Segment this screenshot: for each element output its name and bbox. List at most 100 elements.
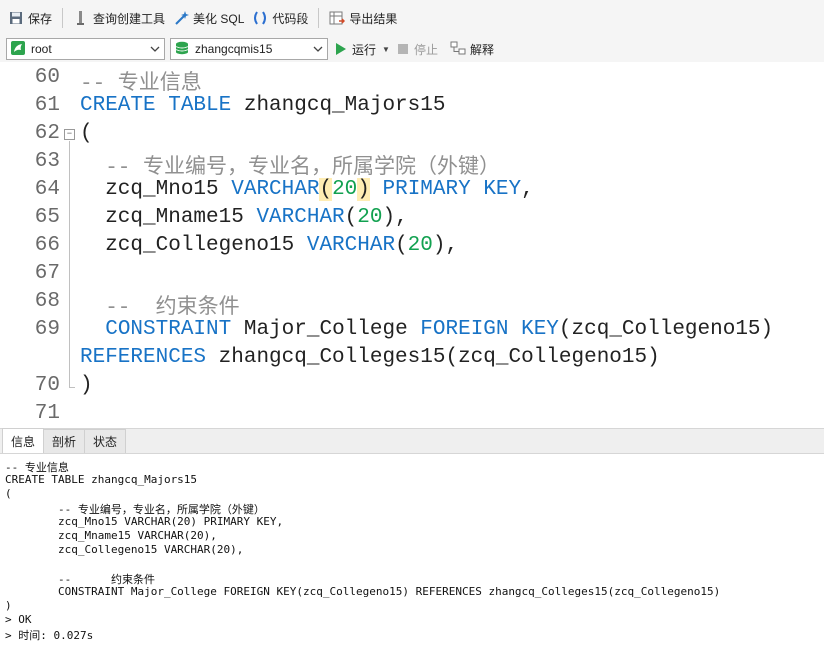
output-line: ( [5,487,12,500]
explain-icon [450,41,466,58]
connection-select[interactable]: root [6,38,165,60]
code-line[interactable]: zcq_Collegeno15 VARCHAR(20), [80,234,458,257]
query-builder-button[interactable]: 查询创建工具 [69,5,169,31]
toolbar-divider [318,8,320,28]
code-line[interactable]: ) [80,374,93,397]
explain-button[interactable]: 解释 [450,41,494,58]
save-label: 保存 [28,11,53,26]
output-line: > 时间: 0.027s [5,629,94,642]
save-icon [8,10,24,26]
sql-text: zhangcq_Majors15 [231,94,446,117]
line-number: 60 [34,66,60,89]
code-line[interactable]: REFERENCES zhangcq_Colleges15(zcq_Colleg… [80,346,660,369]
run-label: 运行 [352,42,377,57]
result-tabs: 信息 剖析 状态 [0,428,824,454]
caret-down-icon[interactable]: ▼ [382,45,390,54]
tab-profile[interactable]: 剖析 [43,429,86,453]
tab-info[interactable]: 信息 [2,428,45,453]
sql-comment: -- 专业编号，专业名，所属学院（外键） [80,157,501,180]
code-line[interactable]: -- 约束条件 [80,290,240,320]
sql-text: (zcq_Collegeno15) [558,318,774,341]
code-line[interactable]: CREATE TABLE zhangcq_Majors15 [80,94,445,117]
code-line[interactable]: zcq_Mno15 VARCHAR(20) PRIMARY KEY, [80,178,534,201]
export-results-button[interactable]: 导出结果 [325,5,401,31]
sql-keyword: VARCHAR [231,178,320,201]
query-builder-icon [73,10,89,26]
output-line: zcq_Mno15 VARCHAR(20) PRIMARY KEY, [5,515,284,528]
sql-number: 20 [357,206,383,229]
sql-text: ( [80,122,93,145]
code-line[interactable]: zcq_Mname15 VARCHAR(20), [80,206,408,229]
output-line: CONSTRAINT Major_College FOREIGN KEY(zcq… [5,585,721,598]
sql-text: ( [395,234,408,257]
database-name: zhangcqmis15 [195,42,273,56]
line-number: 66 [34,234,60,257]
sql-comment: -- 约束条件 [80,297,240,320]
beautify-sql-label: 美化 SQL [193,11,245,26]
sql-editor[interactable]: − 60 61 62 63 64 65 66 67 68 69 70 71 -- 专业信息 CREATE … [0,62,824,428]
code-line[interactable]: -- 专业编号，专业名，所属学院（外键） [80,150,500,180]
connection-icon [11,40,25,58]
stop-label: 停止 [413,42,438,57]
matched-bracket: ( [319,178,333,201]
sql-text: , [521,178,534,201]
code-line[interactable]: ( [80,122,93,145]
export-icon [329,10,346,26]
line-number: 71 [34,402,60,425]
sql-number: 20 [407,234,433,257]
sql-keyword: VARCHAR [256,206,345,229]
sql-text: zcq_Mno15 [80,178,232,201]
output-line: zcq_Collegeno15 VARCHAR(20), [5,543,244,556]
database-select[interactable]: zhangcqmis15 [170,38,328,60]
line-number: 61 [34,94,60,117]
stop-icon [397,44,408,54]
run-button[interactable]: 运行 ▼ [336,41,390,58]
output-line: zcq_Mname15 VARCHAR(20), [5,529,217,542]
stop-button[interactable]: 停止 [397,41,438,58]
fold-guide-end [69,387,75,388]
sql-comment: -- 专业信息 [80,73,202,96]
code-snippet-button[interactable]: 代码段 [248,5,312,31]
export-results-label: 导出结果 [349,11,398,26]
database-icon [175,41,189,58]
code-line[interactable]: -- 专业信息 [80,66,202,96]
play-icon [336,43,346,55]
code-line[interactable]: CONSTRAINT Major_College FOREIGN KEY(zcq… [80,318,773,341]
sql-text: zcq_Mname15 [80,206,257,229]
sql-keyword: VARCHAR [306,234,396,257]
sql-keyword: FOREIGN KEY [420,318,559,341]
sql-number: 20 [332,178,358,201]
line-number: 63 [34,150,60,173]
main-toolbar: 保存 查询创建工具 美化 SQL 代码段 导出结果 [0,0,824,36]
sql-text: zcq_Collegeno15 [80,234,307,257]
sql-keyword: CONSTRAINT [105,318,232,341]
matched-bracket: ) [357,178,370,201]
parentheses-icon [252,10,268,26]
beautify-sql-button[interactable]: 美化 SQL [169,5,248,31]
explain-label: 解释 [469,42,494,57]
output-line: ) [5,599,12,612]
code-snippet-label: 代码段 [272,11,309,26]
tab-status[interactable]: 状态 [84,429,127,453]
sql-text: Major_College [231,318,421,341]
save-button[interactable]: 保存 [4,5,56,31]
sql-text: ( [344,206,358,229]
line-number: 67 [34,262,60,285]
sql-text: ) [80,374,93,397]
sql-keyword: REFERENCES [80,346,207,369]
output-line: > OK [5,613,32,626]
sql-text: zhangcq_Colleges15(zcq_Collegeno15) [206,346,660,369]
output-line: CREATE TABLE zhangcq_Majors15 [5,473,198,486]
sql-text: ), [432,234,459,257]
toolbar-divider [62,8,64,28]
sql-keyword: PRIMARY KEY [382,178,522,201]
line-number: 68 [34,290,60,313]
fold-toggle-icon[interactable]: − [64,129,75,140]
chevron-down-icon [312,43,324,55]
fold-guide [69,141,70,387]
line-number: 70 [34,374,60,397]
sql-text: ), [382,206,408,229]
magic-wand-icon [173,10,190,26]
